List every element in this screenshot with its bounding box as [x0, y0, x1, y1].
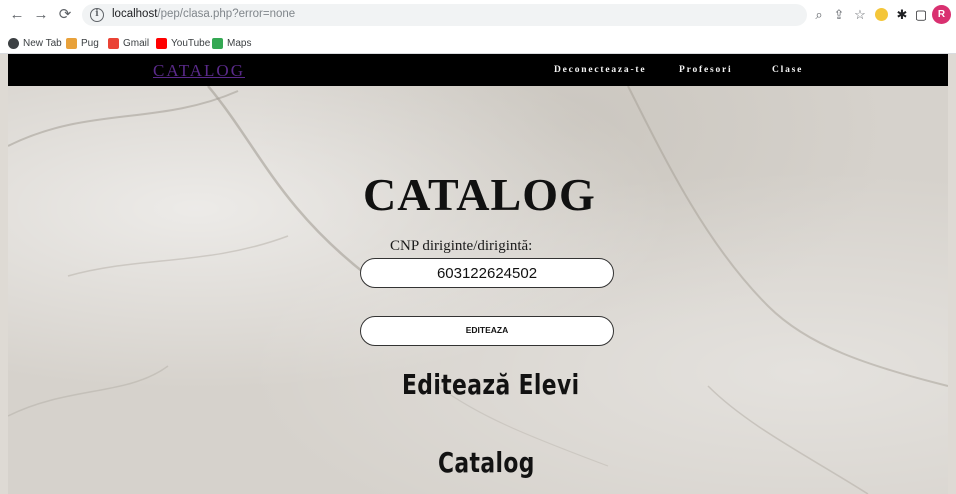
- profile-avatar[interactable]: R: [932, 5, 951, 24]
- page-content: CATALOG CNP diriginte/dirigintă: EDITEAZ…: [8, 86, 948, 494]
- star-icon[interactable]: ☆: [851, 6, 869, 24]
- extensions-puzzle-icon[interactable]: ✱: [893, 6, 911, 24]
- url-text[interactable]: localhost/pep/clasa.php?error=none: [112, 8, 295, 20]
- maps-icon: [212, 38, 223, 49]
- bookmark-pug[interactable]: Pug: [66, 38, 99, 49]
- gmail-icon: [108, 38, 119, 49]
- nav-link-logout[interactable]: Deconecteaza-te: [554, 65, 646, 75]
- info-icon[interactable]: i: [90, 8, 104, 22]
- edit-button[interactable]: EDITEAZA: [360, 316, 614, 346]
- edit-students-link[interactable]: Editează Elevi: [402, 368, 579, 401]
- catalog-link[interactable]: Catalog: [438, 446, 535, 479]
- cnp-label: CNP diriginte/dirigintă:: [390, 238, 533, 254]
- nav-link-profesori[interactable]: Profesori: [679, 65, 732, 75]
- cnp-input[interactable]: [360, 258, 614, 288]
- reload-icon[interactable]: ⟳: [56, 6, 74, 24]
- plaster-texture: [8, 86, 948, 494]
- forward-arrow-icon[interactable]: →: [32, 6, 50, 24]
- extension-icon[interactable]: [875, 8, 888, 21]
- back-arrow-icon[interactable]: ←: [8, 6, 26, 24]
- address-bar[interactable]: i localhost/pep/clasa.php?error=none: [82, 4, 807, 26]
- site-nav: CATALOG Deconecteaza-te Profesori Clase: [8, 54, 948, 86]
- side-panel-icon[interactable]: ▢: [912, 6, 930, 24]
- bookmark-maps[interactable]: Maps: [212, 38, 251, 49]
- bookmark-gmail[interactable]: Gmail: [108, 38, 149, 49]
- bookmark-new-tab[interactable]: New Tab: [8, 38, 62, 49]
- logo-link[interactable]: CATALOG: [153, 61, 245, 81]
- nav-link-clase[interactable]: Clase: [772, 65, 803, 75]
- bookmarks-bar: New Tab Pug Gmail YouTube Maps: [0, 36, 956, 54]
- pug-icon: [66, 38, 77, 49]
- globe-icon: [8, 38, 19, 49]
- youtube-icon: [156, 38, 167, 49]
- browser-toolbar: ← → ⟳ i localhost/pep/clasa.php?error=no…: [0, 0, 956, 36]
- page-title: CATALOG: [363, 169, 596, 220]
- bookmark-youtube[interactable]: YouTube: [156, 38, 210, 49]
- zoom-icon[interactable]: ⌕: [810, 6, 828, 24]
- share-icon[interactable]: ⇪: [830, 6, 848, 24]
